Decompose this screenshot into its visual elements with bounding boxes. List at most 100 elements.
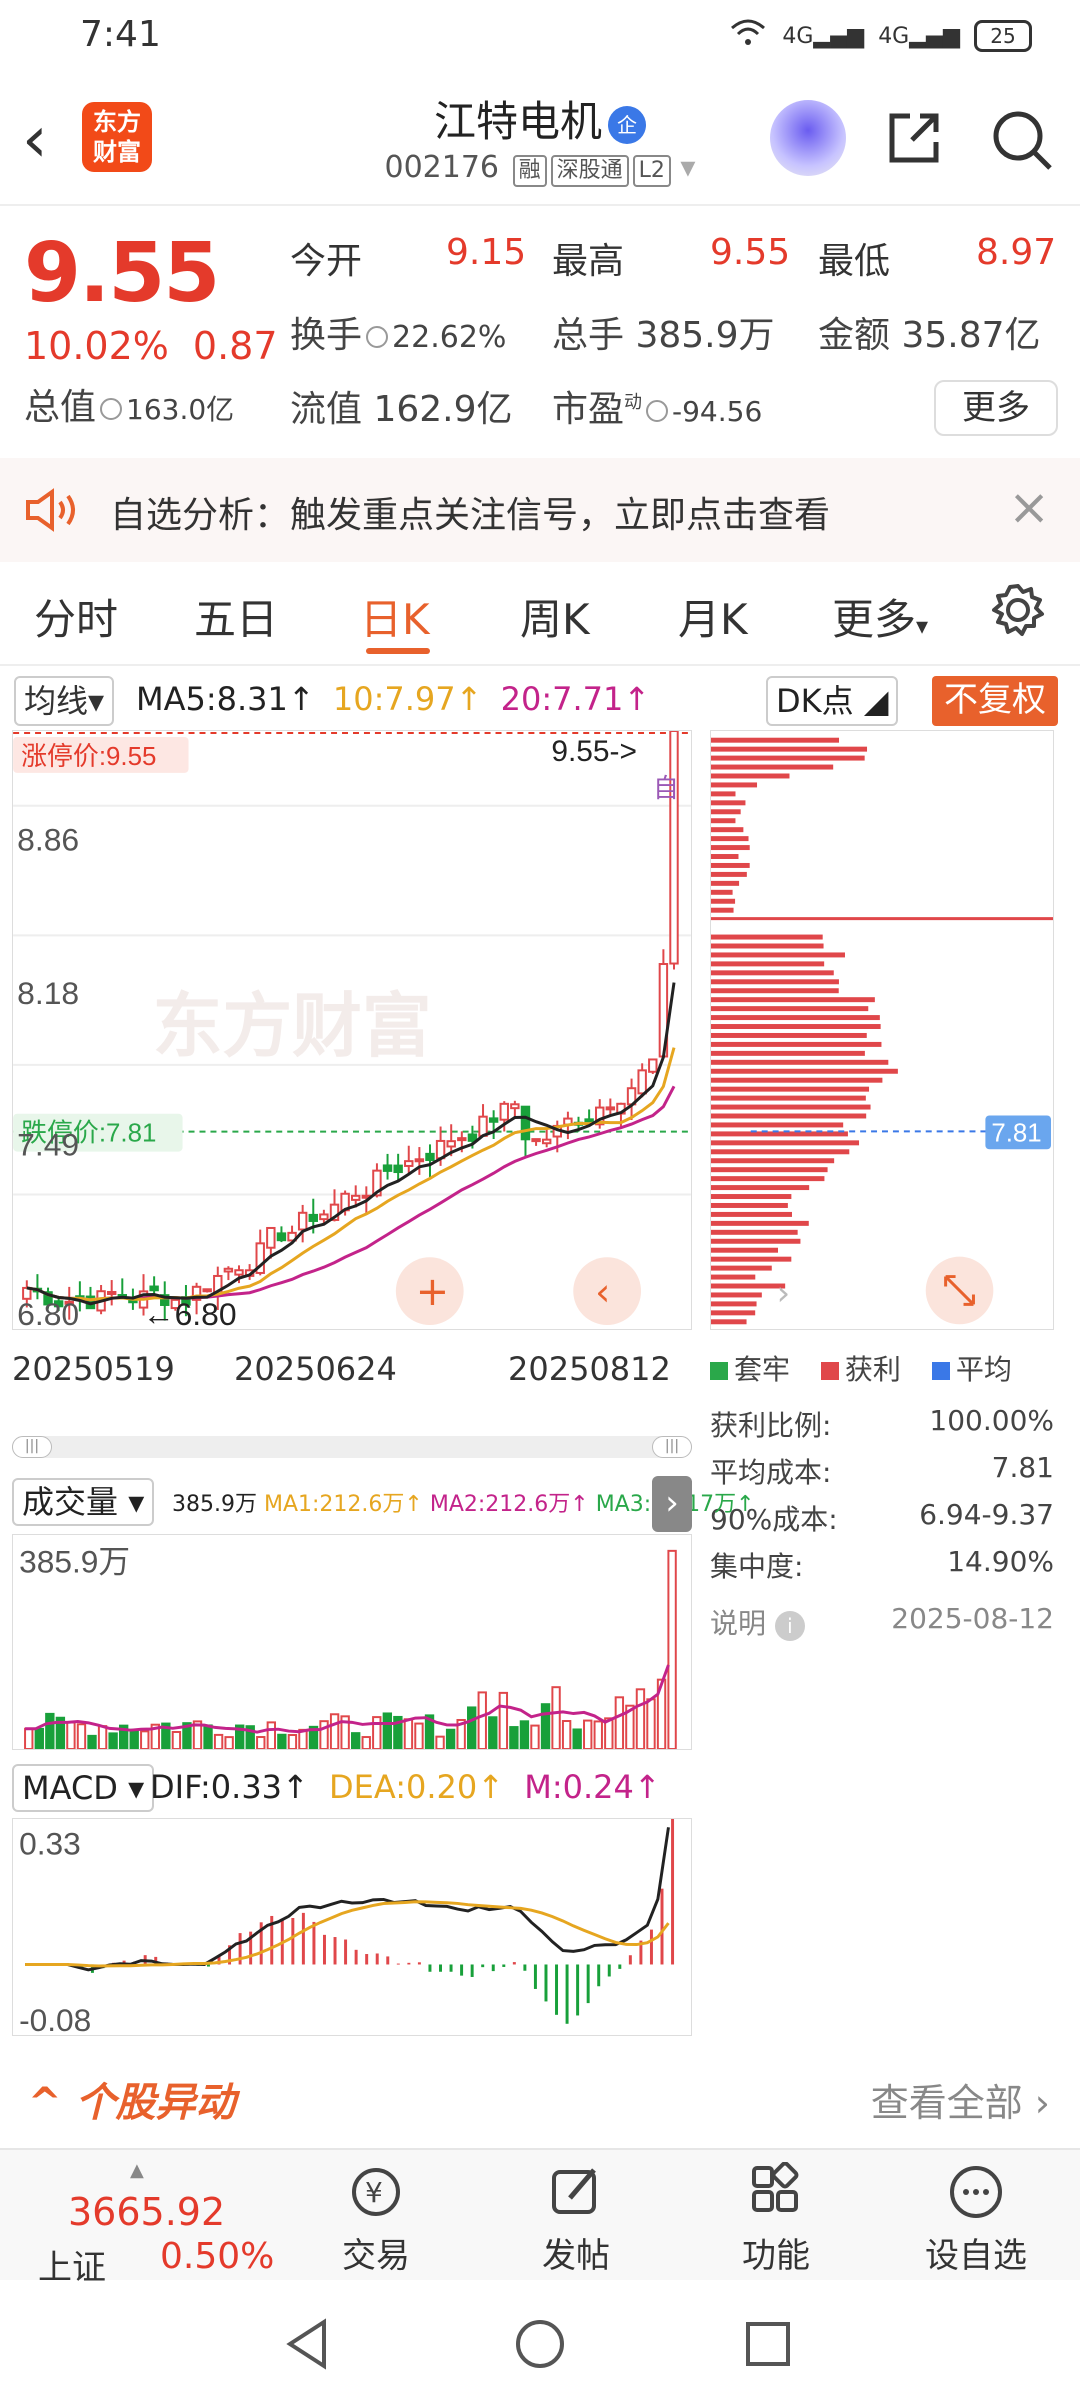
adjust-button[interactable]: 不复权 — [932, 676, 1058, 726]
watermark: 东方财富 — [153, 987, 432, 1065]
chip-bar — [711, 1202, 788, 1208]
chip-bar — [711, 1024, 881, 1030]
chip-bar — [711, 1006, 869, 1012]
candle — [308, 1213, 318, 1222]
index-value[interactable]: 3665.92 — [68, 2190, 225, 2234]
tag-connect: 深股通 — [550, 155, 629, 187]
close-icon[interactable]: × — [1008, 478, 1050, 536]
clock: 7:41 — [80, 14, 161, 55]
analysis-banner[interactable]: 自选分析：触发重点关注信号，立即点击查看 × — [0, 458, 1080, 562]
chip-bar — [711, 1077, 883, 1083]
volume-bar — [646, 1698, 656, 1749]
chip-bar — [711, 880, 740, 886]
tab-intraday[interactable]: 分时 — [34, 586, 118, 647]
volume-bar — [256, 1736, 266, 1749]
volume-bar — [76, 1723, 87, 1749]
functions-button[interactable]: 功能 — [696, 2162, 856, 2277]
info-icon: i — [774, 1611, 805, 1641]
macd-selector[interactable]: MACD ▾ — [12, 1764, 155, 1812]
kline-chart[interactable]: 东方财富 涨停价:9.55 跌停价:7.81 9.55-> 自 ←6.80 8.… — [12, 730, 692, 1330]
stat-profit-ratio: 获利比例: 100.00% — [710, 1404, 1054, 1442]
total-value: 总值 163.0亿 — [24, 387, 235, 428]
legend-profit: 获利 — [844, 1353, 901, 1386]
chevron-right-icon: › — [777, 1273, 791, 1312]
tab-daily-k[interactable]: 日K — [360, 586, 430, 647]
nav-home-icon[interactable] — [512, 2316, 568, 2372]
candle — [382, 1164, 393, 1172]
candle — [488, 1117, 499, 1123]
tag-l2: L2 — [632, 155, 671, 187]
dropdown-icon[interactable]: ▾ — [680, 150, 695, 185]
low-marker: ←6.80 — [143, 1296, 237, 1330]
chart-scrollbar[interactable]: ||| ||| — [12, 1436, 692, 1458]
ma10-line — [26, 1047, 676, 1302]
search-icon[interactable] — [990, 108, 1054, 172]
nav-recents-icon[interactable] — [740, 2316, 796, 2372]
volume-bar — [171, 1730, 182, 1749]
chip-bar — [711, 970, 834, 976]
tab-more[interactable]: 更多▾ — [832, 586, 928, 647]
chip-bar — [711, 845, 750, 851]
chevron-right-button[interactable]: › — [652, 1476, 692, 1532]
chip-distribution-chart[interactable]: 7.81 › — [710, 730, 1054, 1330]
turnover-stat: 换手 22.62% — [290, 315, 507, 356]
quote-panel: 9.55 10.02% 0.87 总值 163.0亿 今开 9.15 最高 9.55… — [0, 208, 1080, 456]
chip-bar — [711, 1283, 786, 1289]
chip-stats: 获利比例: 100.00% 平均成本: 7.81 90%成本: 6.94-9.37 集… — [710, 1404, 1054, 1649]
macd-bar — [386, 1956, 390, 1965]
float-stat: 流值 162.9亿 — [290, 389, 513, 430]
tab-five-day[interactable]: 五日 — [194, 586, 278, 647]
view-all-link[interactable]: 查看全部 › — [871, 2072, 1050, 2127]
scroll-handle-right[interactable]: ||| — [652, 1436, 692, 1458]
macd-bar — [649, 1929, 653, 1965]
candle — [499, 1102, 509, 1121]
macd-bar — [660, 1888, 664, 1965]
open-stat: 今开 — [290, 241, 363, 282]
add-watchlist-button[interactable]: 设自选 — [896, 2162, 1056, 2277]
volume-bar — [635, 1688, 646, 1749]
dk-selector[interactable]: DK点 ◢ — [766, 676, 899, 726]
y-tick-680: 6.80 — [17, 1296, 79, 1330]
signal-icon: 4G▂▄▆ — [782, 23, 865, 49]
scroll-handle-left[interactable]: ||| — [12, 1436, 52, 1458]
tab-monthly-k[interactable]: 月K — [678, 586, 748, 647]
tab-weekly-k[interactable]: 周K — [520, 586, 590, 647]
volume-selector[interactable]: 成交量 ▾ — [12, 1478, 155, 1526]
volume-bar — [540, 1703, 551, 1749]
index-change[interactable]: 0.50% — [160, 2236, 274, 2277]
chip-bar — [711, 1176, 825, 1182]
assistant-avatar[interactable] — [770, 100, 846, 176]
volume-bar — [351, 1732, 361, 1749]
candle — [202, 1288, 212, 1293]
trade-button[interactable]: ¥ 交易 — [296, 2162, 456, 2277]
chip-bar — [711, 1301, 757, 1307]
limit-up-label: 涨停价:9.55 — [21, 742, 156, 771]
more-button[interactable]: 更多 — [934, 380, 1058, 436]
volume-bar — [498, 1691, 509, 1749]
post-button[interactable]: 发帖 — [496, 2162, 656, 2277]
macd-bar — [533, 1964, 537, 1989]
stock-header: ‹ 东方财富 江特电机企 002176 融深股通 L2 ▾ — [0, 72, 1080, 206]
nav-back-icon[interactable] — [280, 2316, 336, 2372]
info-icon — [100, 398, 123, 420]
macd-bar — [428, 1964, 432, 1972]
chip-bar — [711, 1310, 756, 1316]
stat-note: 说明 i 2025-08-12 — [710, 1602, 1054, 1641]
chip-bar — [711, 746, 868, 752]
share-icon[interactable] — [884, 108, 944, 168]
pe-stat: 市盈动 -94.56 — [552, 389, 763, 430]
candle — [106, 1290, 117, 1295]
chip-bar — [711, 800, 746, 806]
stock-anomaly-section[interactable]: ^ 个股异动 查看全部 › — [0, 2060, 1080, 2140]
chip-legend: 套牢 获利 平均 — [710, 1348, 1012, 1388]
macd-bar — [449, 1964, 453, 1972]
chip-bar — [711, 1158, 835, 1164]
ma-selector[interactable]: 均线▾ — [14, 676, 115, 726]
macd-bar — [206, 1964, 210, 1967]
battery-icon: 25 — [974, 20, 1032, 52]
gear-icon[interactable] — [990, 582, 1046, 638]
legend-avg: 平均 — [955, 1353, 1012, 1386]
volume-bar — [372, 1716, 382, 1749]
svg-text:‹: ‹ — [595, 1270, 610, 1314]
candle — [266, 1226, 276, 1249]
